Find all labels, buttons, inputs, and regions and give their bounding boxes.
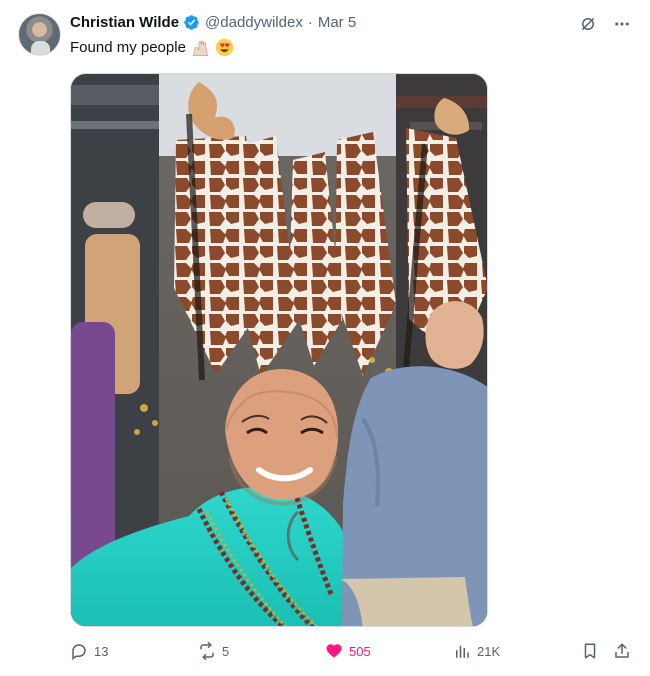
verified-badge-icon [184,15,199,30]
views-count: 21K [477,643,501,659]
heart-eyes-emoji-icon [215,38,234,57]
post-text-row: Found my people [70,38,234,57]
repost-count: 5 [222,643,230,659]
author-avatar[interactable] [18,13,61,56]
parade-photo [71,74,487,626]
views-action[interactable]: 21K [453,642,500,660]
share-action[interactable] [613,642,631,660]
reply-action[interactable]: 13 [70,642,108,660]
reply-count: 13 [94,643,109,659]
separator-dot: · [307,14,313,31]
like-action[interactable]: 505 [325,642,371,660]
bookmark-icon [584,643,596,659]
post-actions: 13 5 505 21K [70,642,634,664]
post-text: Found my people [70,39,186,56]
grok-icon[interactable] [578,14,598,34]
post-header: Christian Wilde @daddywildex · Mar 5 [70,14,356,31]
top-actions [578,14,632,34]
views-icon [456,645,469,658]
raised-hands-emoji-icon [192,40,209,56]
post-image[interactable] [70,73,488,627]
author-name[interactable]: Christian Wilde [70,14,179,31]
post-date[interactable]: Mar 5 [318,14,356,31]
bookmark-action[interactable] [581,642,599,660]
share-icon [615,643,629,658]
heart-icon [326,644,342,658]
reply-icon [72,644,86,660]
like-count: 505 [349,643,371,659]
more-icon[interactable] [612,14,632,34]
repost-icon [200,642,214,660]
repost-action[interactable]: 5 [198,642,229,660]
author-handle[interactable]: @daddywildex [205,14,303,31]
